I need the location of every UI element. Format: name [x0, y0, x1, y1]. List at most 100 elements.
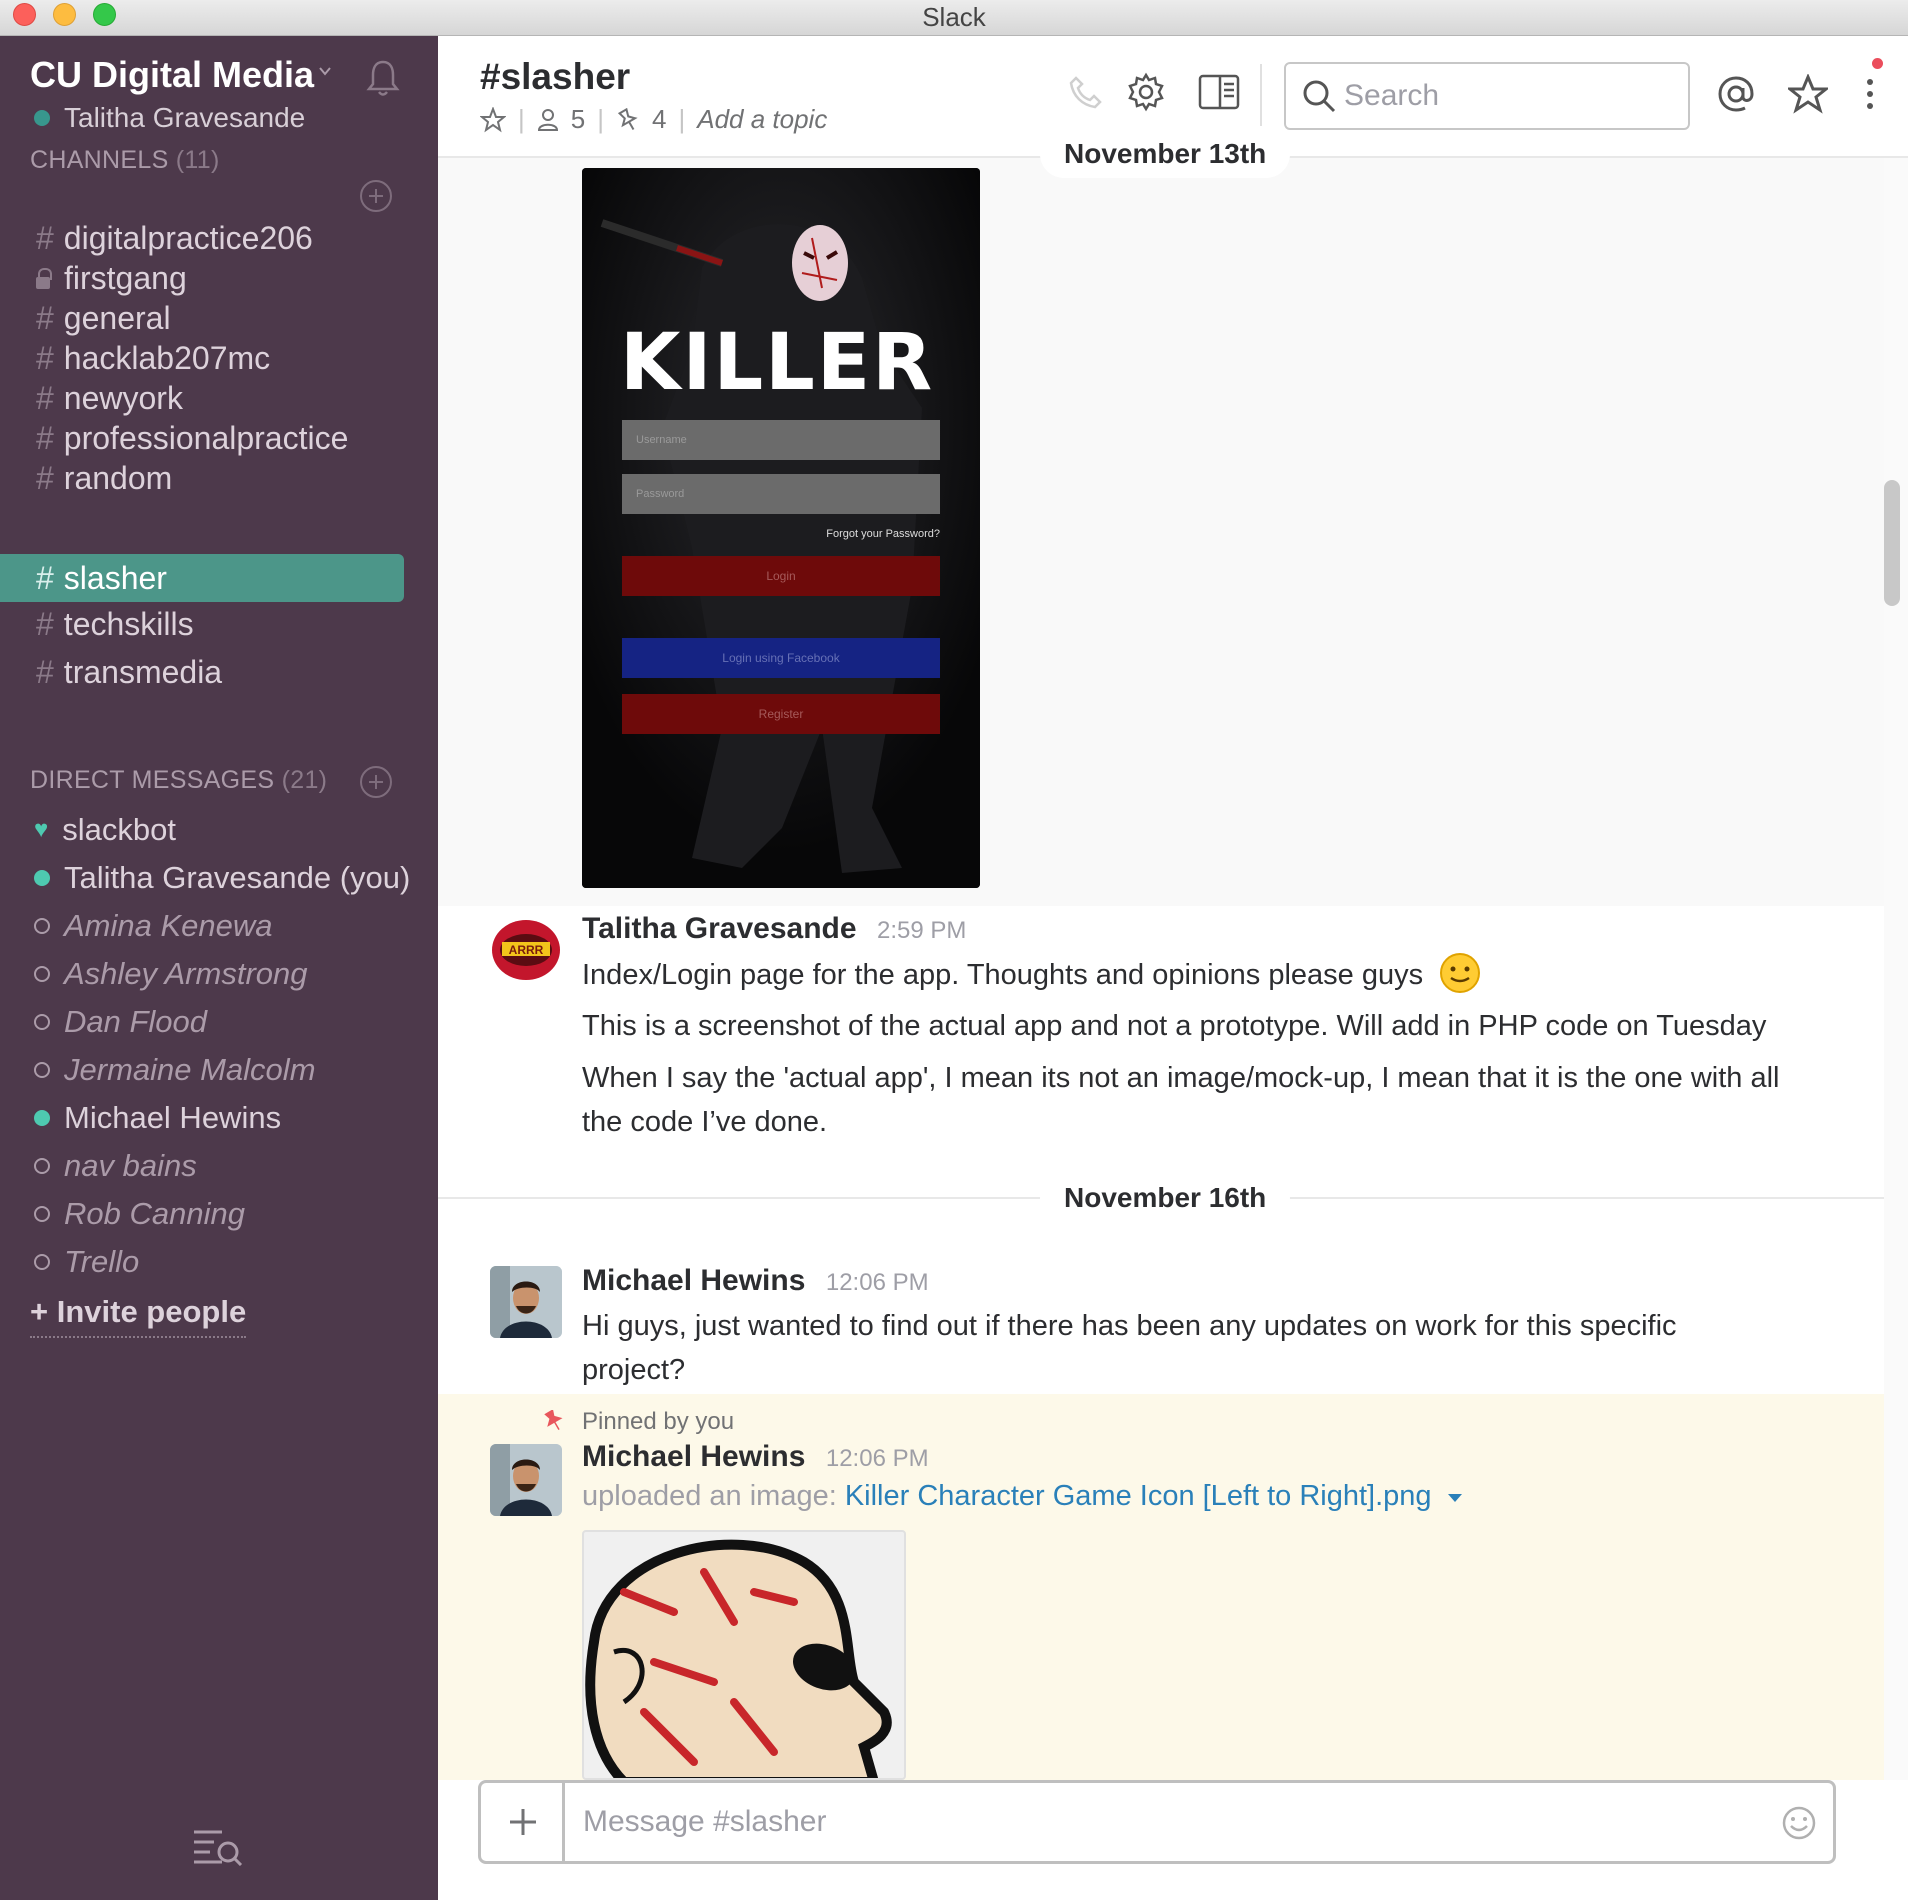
user-photo-avatar — [490, 1266, 562, 1338]
channel-item-transmedia[interactable]: # transmedia — [0, 648, 404, 696]
channels-count: (11) — [175, 146, 220, 174]
dm-label: Michael Hewins — [64, 1100, 282, 1135]
divider: | — [597, 104, 604, 134]
message-author[interactable]: Michael Hewins — [582, 1440, 805, 1473]
channel-label: random — [63, 460, 173, 496]
channels-header-label: CHANNELS — [30, 146, 169, 174]
hash-icon: # — [36, 654, 54, 690]
message-header: Michael Hewins 12:06 PM — [582, 1264, 929, 1298]
message-timestamp[interactable]: 2:59 PM — [877, 917, 966, 944]
plus-icon — [510, 1809, 536, 1835]
message-author[interactable]: Michael Hewins — [582, 1264, 805, 1297]
dm-item-nav-bains[interactable]: nav bains — [0, 1142, 420, 1190]
dm-item-amina-kenewa[interactable]: Amina Kenewa — [0, 902, 420, 950]
dm-item-jermaine-malcolm[interactable]: Jermaine Malcolm — [0, 1046, 420, 1094]
more-options-icon[interactable] — [1862, 76, 1878, 116]
dm-item-slackbot[interactable]: ♥ slackbot — [0, 806, 420, 854]
presence-away-icon — [34, 1254, 50, 1270]
dm-item-rob-canning[interactable]: Rob Canning — [0, 1190, 420, 1238]
scrollbar-track[interactable] — [1884, 158, 1908, 1780]
current-user[interactable]: Talitha Gravesande — [34, 102, 305, 134]
message-author[interactable]: Talitha Gravesande — [582, 912, 857, 945]
hash-icon: # — [36, 300, 54, 336]
quick-switcher-icon[interactable] — [192, 1826, 244, 1866]
message-input[interactable] — [583, 1797, 1743, 1847]
scrollbar-thumb[interactable] — [1884, 480, 1900, 606]
file-thumbnail[interactable] — [582, 1530, 906, 1780]
date-divider-label: November 16th — [1040, 1174, 1291, 1222]
mockup-username-field: Username — [622, 420, 940, 460]
avatar[interactable] — [490, 1444, 562, 1516]
invite-people-link[interactable]: + Invite people — [30, 1294, 247, 1338]
hash-icon: # — [36, 606, 54, 642]
lips-avatar-image: ARRR — [492, 920, 560, 980]
direct-messages-header[interactable]: DIRECT MESSAGES (21) — [30, 766, 327, 795]
divider: | — [518, 104, 525, 134]
sidebar: CU Digital Media Talitha Gravesande CHAN… — [0, 36, 438, 1900]
mockup-forgot-link: Forgot your Password? — [826, 528, 940, 540]
upload-prefix: uploaded an image: — [582, 1480, 837, 1512]
pinned-label: Pinned by you — [582, 1408, 735, 1435]
phone-icon[interactable] — [1068, 74, 1104, 110]
upload-line: uploaded an image: Killer Character Game… — [582, 1480, 1464, 1513]
mentions-icon[interactable] — [1716, 74, 1756, 114]
add-topic-link[interactable]: Add a topic — [697, 104, 827, 135]
attach-button[interactable] — [481, 1783, 565, 1861]
lock-icon — [36, 268, 52, 291]
search-box[interactable] — [1284, 62, 1690, 130]
channel-title[interactable]: #slasher — [480, 56, 630, 98]
channel-label: professionalpractice — [63, 420, 349, 456]
channel-item-random[interactable]: # random — [0, 454, 404, 502]
team-name[interactable]: CU Digital Media — [30, 54, 314, 96]
channels-header[interactable]: CHANNELS (11) — [30, 146, 220, 175]
message-timestamp[interactable]: 12:06 PM — [826, 1445, 929, 1472]
mockup-login-button: Login — [622, 556, 940, 596]
emoji-picker-icon[interactable] — [1781, 1805, 1817, 1841]
avatar[interactable] — [490, 1266, 562, 1338]
message-body: Index/Login page for the app. Thoughts a… — [582, 952, 1802, 997]
presence-away-icon — [34, 1206, 50, 1222]
user-photo-avatar — [490, 1444, 562, 1516]
sidebar-toggle-icon[interactable] — [1198, 74, 1240, 110]
dm-label: Talitha Gravesande (you) — [64, 860, 411, 895]
pin-icon[interactable] — [616, 107, 640, 132]
presence-away-icon — [34, 1062, 50, 1078]
dm-label: Ashley Armstrong — [64, 956, 308, 991]
notification-dot — [1872, 58, 1883, 69]
search-input[interactable] — [1344, 74, 1674, 118]
divider — [1260, 64, 1262, 126]
member-icon[interactable] — [537, 108, 559, 132]
presence-online-icon — [34, 1110, 50, 1126]
channel-label: slasher — [63, 560, 167, 596]
chevron-down-icon[interactable] — [318, 64, 332, 78]
bell-icon[interactable] — [366, 58, 400, 98]
mockup-title: KILLER — [620, 318, 935, 408]
channel-item-slasher[interactable]: # slasher — [0, 554, 404, 602]
dm-label: Trello — [64, 1244, 140, 1279]
caret-down-icon[interactable] — [1446, 1491, 1464, 1505]
dm-item-self[interactable]: Talitha Gravesande (you) — [0, 854, 420, 902]
add-dm-icon[interactable] — [360, 766, 392, 798]
hash-icon: # — [36, 220, 54, 256]
gear-icon[interactable] — [1126, 72, 1166, 112]
message-composer[interactable] — [478, 1780, 1836, 1864]
message-text: When I say the 'actual app', I mean its … — [582, 1062, 1780, 1138]
member-count[interactable]: 5 — [571, 104, 585, 135]
channel-item-techskills[interactable]: # techskills — [0, 600, 404, 648]
login-mockup-image[interactable]: KILLER Username Password Forgot your Pas… — [582, 168, 980, 888]
dm-item-michael-hewins[interactable]: Michael Hewins — [0, 1094, 420, 1142]
add-channel-icon[interactable] — [360, 180, 392, 212]
dm-item-trello[interactable]: Trello — [0, 1238, 420, 1286]
date-divider-label: November 13th — [1040, 130, 1291, 178]
presence-away-icon — [34, 1158, 50, 1174]
file-link[interactable]: Killer Character Game Icon [Left to Righ… — [845, 1480, 1432, 1512]
dm-label: Dan Flood — [64, 1004, 208, 1039]
pinned-count[interactable]: 4 — [652, 104, 666, 135]
message-timestamp[interactable]: 12:06 PM — [826, 1269, 929, 1296]
star-icon[interactable] — [480, 106, 506, 133]
dm-item-ashley-armstrong[interactable]: Ashley Armstrong — [0, 950, 420, 998]
avatar[interactable]: ARRR — [490, 914, 562, 986]
message-header: Michael Hewins 12:06 PM — [582, 1440, 929, 1474]
starred-items-icon[interactable] — [1788, 74, 1828, 114]
dm-item-dan-flood[interactable]: Dan Flood — [0, 998, 420, 1046]
